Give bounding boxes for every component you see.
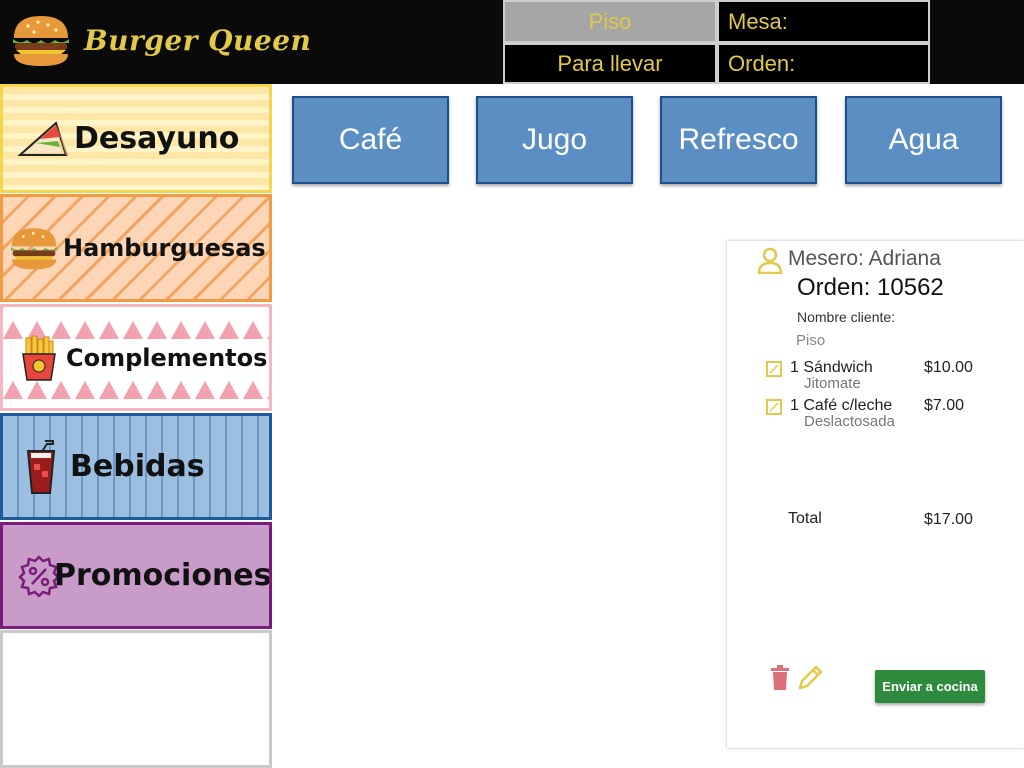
order-item-price: $7.00 <box>924 397 965 414</box>
category-bebidas[interactable]: Bebidas <box>0 413 272 520</box>
category-label: Desayuno <box>74 121 240 156</box>
burger-icon <box>13 16 69 66</box>
order-item-price: $10.00 <box>924 359 973 376</box>
sandwich-icon <box>17 120 68 156</box>
checkbox-icon[interactable] <box>766 361 782 377</box>
product-refresco-button[interactable]: Refresco <box>660 96 817 184</box>
order-item-note: Deslactosada <box>804 413 895 430</box>
client-name-label: Nombre cliente: <box>797 309 896 325</box>
table-field[interactable]: Mesa: <box>717 0 930 43</box>
total-label: Total <box>788 510 822 527</box>
send-to-kitchen-button[interactable]: Enviar a cocina <box>875 670 985 703</box>
user-icon <box>757 247 783 274</box>
category-complementos[interactable]: Complementos <box>0 304 272 411</box>
total-value: $17.00 <box>924 511 973 528</box>
category-hamburguesas[interactable]: Hamburguesas <box>0 194 272 302</box>
category-promociones[interactable]: Promociones <box>0 522 272 629</box>
order-field[interactable]: Orden: <box>717 43 930 84</box>
checkbox-icon[interactable] <box>766 399 782 415</box>
order-number: Orden: 10562 <box>797 274 944 301</box>
order-mode: Piso <box>796 332 826 349</box>
category-empty-slot <box>0 630 272 768</box>
product-agua-button[interactable]: Agua <box>845 96 1002 184</box>
category-label: Hamburguesas <box>63 234 266 262</box>
category-label: Promociones <box>54 558 272 593</box>
burger-icon <box>11 228 57 270</box>
app-title: Burger Queen <box>84 24 312 57</box>
trash-icon[interactable] <box>770 665 790 691</box>
triangle-pattern <box>3 381 269 399</box>
fries-icon <box>22 335 56 381</box>
product-cafe-button[interactable]: Café <box>292 96 449 184</box>
category-label: Bebidas <box>70 449 205 484</box>
category-label: Complementos <box>66 343 268 372</box>
floor-toggle[interactable]: Piso <box>503 0 717 43</box>
edit-pencil-icon[interactable] <box>797 665 823 691</box>
category-desayuno[interactable]: Desayuno <box>0 84 272 193</box>
soda-icon <box>26 439 56 494</box>
waiter-name: Mesero: Adriana <box>788 247 941 270</box>
order-item-note: Jitomate <box>804 375 861 392</box>
takeaway-toggle[interactable]: Para llevar <box>503 43 717 84</box>
app-header: Burger Queen Piso Mesa: Para llevar Orde… <box>0 0 1024 84</box>
order-panel: Mesero: Adriana Orden: 10562 Nombre clie… <box>727 241 1024 748</box>
product-jugo-button[interactable]: Jugo <box>476 96 633 184</box>
